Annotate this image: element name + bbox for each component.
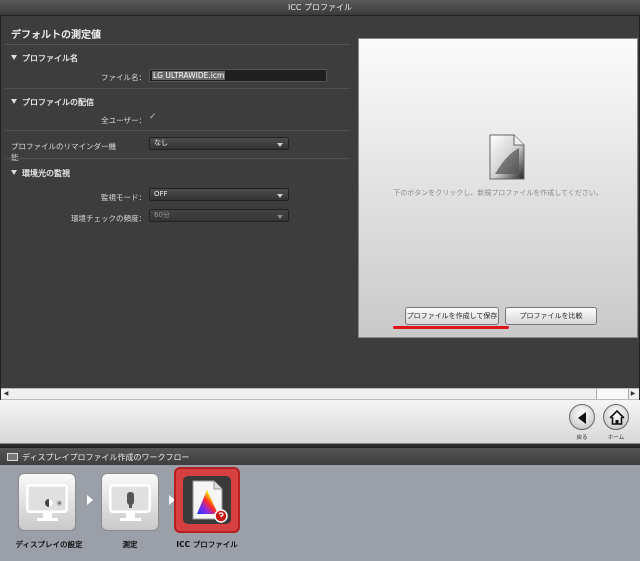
workflow-title: ディスプレイプロファイル作成のワークフロー xyxy=(22,453,190,462)
disclosure-triangle-icon xyxy=(11,170,17,175)
monitor-mode-select[interactable]: OFF xyxy=(149,188,289,201)
panel-title: デフォルトの測定値 xyxy=(11,30,101,41)
main-panel: デフォルトの測定値 プロファイル名 ファイル名： LG ULTRAWIDE.ic… xyxy=(0,16,640,388)
check-frequency-value: 60分 xyxy=(154,211,170,219)
red-annotation-underline xyxy=(393,326,509,329)
workflow-step-icc-profile[interactable] xyxy=(174,467,240,533)
navigation-bar: 戻る ホーム xyxy=(0,400,640,444)
step-arrow-icon xyxy=(87,495,93,505)
home-button[interactable] xyxy=(603,404,629,430)
display-settings-icon: ✳ xyxy=(26,484,68,521)
profile-preview-pane: 下のボタンをクリックし、新規プロファイルを作成してください。 プロファイルを作成… xyxy=(358,38,638,338)
group-heading: プロファイルの配信 xyxy=(22,98,94,107)
back-button[interactable] xyxy=(569,404,595,430)
back-label: 戻る xyxy=(576,435,588,441)
preview-instructions: 下のボタンをクリックし、新規プロファイルを作成してください。 xyxy=(393,189,603,197)
chevron-down-icon xyxy=(277,194,283,198)
filename-value: LG ULTRAWIDE.icm xyxy=(152,71,226,80)
group-heading: 環境光の監視 xyxy=(22,169,70,178)
disclosure-triangle-icon xyxy=(11,55,17,60)
filename-label: ファイル名： xyxy=(101,73,146,82)
window-title: ICC プロファイル xyxy=(0,0,640,16)
all-users-label: 全ユーザー： xyxy=(101,116,146,125)
divider xyxy=(5,158,350,159)
scroll-right-arrow-icon[interactable]: ▶ xyxy=(628,389,638,399)
workflow-header: ディスプレイプロファイル作成のワークフロー xyxy=(0,447,640,465)
workflow-step-measure[interactable] xyxy=(101,473,159,531)
reminder-select[interactable]: なし xyxy=(149,137,289,150)
chevron-down-icon xyxy=(277,143,283,147)
home-icon xyxy=(609,409,625,425)
home-label: ホーム xyxy=(607,435,625,441)
monitor-mode-value: OFF xyxy=(154,190,168,198)
group-heading: プロファイル名 xyxy=(22,54,78,63)
group-ambient-light[interactable]: 環境光の監視 xyxy=(11,168,70,179)
divider xyxy=(5,88,350,89)
disclosure-triangle-icon xyxy=(11,99,17,104)
check-frequency-label: 環境チェックの頻度： xyxy=(71,214,146,223)
workflow-step-display-settings[interactable]: ✳ xyxy=(18,473,76,531)
compare-profile-button[interactable]: プロファイルを比較 xyxy=(505,307,597,325)
workflow-steps: ✳ ディスプレイの設定 測定 ICC プロファイル xyxy=(0,465,640,561)
step-icon-frame xyxy=(183,476,231,524)
back-arrow-icon xyxy=(578,412,586,424)
reminder-label: プロファイルのリマインダー機能 xyxy=(11,142,116,162)
step-label-icc-profile: ICC プロファイル xyxy=(176,540,238,549)
step-label-measure: 測定 xyxy=(122,540,138,549)
monitor-icon xyxy=(7,453,18,461)
group-profile-name[interactable]: プロファイル名 xyxy=(11,53,78,64)
svg-text:✳: ✳ xyxy=(56,499,63,508)
create-and-save-profile-button[interactable]: プロファイルを作成して保存 xyxy=(405,307,499,325)
group-distribution[interactable]: プロファイルの配信 xyxy=(11,97,94,108)
scrollbar-thumb[interactable] xyxy=(596,389,629,399)
divider xyxy=(5,130,350,131)
scroll-left-arrow-icon[interactable]: ◀ xyxy=(1,389,11,399)
horizontal-scrollbar[interactable]: ◀ ▶ xyxy=(1,388,639,400)
measure-icon xyxy=(109,484,151,521)
reminder-value: なし xyxy=(154,139,168,147)
document-icon xyxy=(489,134,525,180)
divider xyxy=(5,44,350,45)
check-frequency-select[interactable]: 60分 xyxy=(149,209,289,222)
icc-profile-icon xyxy=(192,480,228,523)
filename-input[interactable]: LG ULTRAWIDE.icm xyxy=(149,69,327,82)
step-label-display-settings: ディスプレイの設定 xyxy=(15,540,83,549)
all-users-checkbox[interactable]: ✓ xyxy=(149,113,159,122)
chevron-down-icon xyxy=(277,215,283,219)
monitor-mode-label: 監視モード： xyxy=(101,193,146,202)
